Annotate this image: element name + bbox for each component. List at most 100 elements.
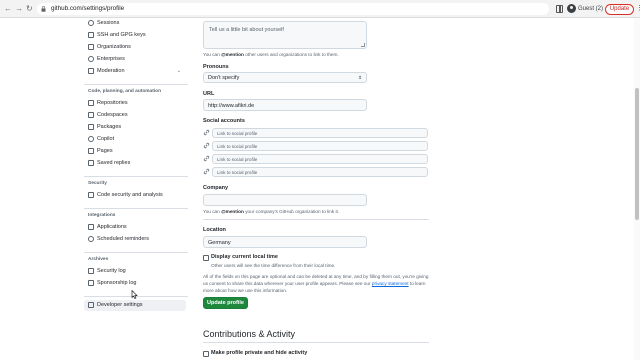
bio-placeholder: Tell us a little bit about yourself <box>209 27 284 33</box>
privacy-notice: All of the fields on this page are optio… <box>203 274 429 293</box>
location-input[interactable]: Germany <box>203 236 367 248</box>
resize-handle-icon[interactable] <box>361 43 365 47</box>
sidebar-item-developer-settings[interactable]: Developer settings <box>84 300 186 311</box>
sidebar-item-codespaces[interactable]: Codespaces <box>84 110 186 121</box>
sidebar-item-label: Developer settings <box>97 302 143 308</box>
sidebar-item-label: SSH and GPG keys <box>97 32 146 38</box>
sidebar-item-label: Saved replies <box>97 160 131 166</box>
sidebar-item-security-log[interactable]: Security log <box>84 266 186 277</box>
forward-arrow-icon[interactable]: → <box>15 4 23 14</box>
browser-icon <box>88 148 94 154</box>
url-input[interactable]: http://www.afikri.de <box>203 99 367 111</box>
sidebar-heading: Integrations <box>88 213 116 218</box>
sidebar-item-label: Pages <box>97 148 113 154</box>
sidebar-item-label: Repositories <box>97 100 128 106</box>
private-profile-checkbox[interactable] <box>203 351 209 357</box>
mouse-cursor-icon <box>131 290 138 299</box>
link-icon <box>203 155 210 162</box>
social-account-row: Link to social profile <box>203 141 429 151</box>
sidebar-heading: Security <box>88 181 107 186</box>
section-divider <box>203 342 429 343</box>
sidebar-divider <box>84 84 188 85</box>
sidebar-item-copilot[interactable]: Copilot <box>84 134 186 145</box>
sidebar-item-label: Codespaces <box>97 112 128 118</box>
sidebar-heading: Code, planning, and automation <box>88 89 162 94</box>
company-label: Company <box>203 185 229 191</box>
sidebar-item-label: Scheduled reminders <box>97 236 149 242</box>
divider <box>203 219 429 220</box>
social-profile-input[interactable]: Link to social profile <box>212 167 428 177</box>
social-profile-placeholder: Link to social profile <box>217 157 258 162</box>
social-profile-input[interactable]: Link to social profile <box>212 154 428 164</box>
sidebar-item-label: Moderation <box>97 68 125 74</box>
sidebar-item-label: Enterprises <box>97 56 125 62</box>
social-account-row: Link to social profile <box>203 167 429 177</box>
sidebar-item-organizations[interactable]: Organizations <box>84 42 186 53</box>
local-time-label[interactable]: Display current local time <box>211 254 278 261</box>
local-time-checkbox[interactable] <box>203 255 209 261</box>
sidebar-heading: Archives <box>88 257 109 262</box>
update-button[interactable]: Update <box>605 4 634 15</box>
select-arrows-icon: ⇕ <box>358 75 362 80</box>
sidebar-item-pages[interactable]: Pages <box>84 146 186 157</box>
chevron-down-icon[interactable]: ⌄ <box>177 67 181 75</box>
sidebar-item-label: Copilot <box>97 136 115 142</box>
sidebar-item-scheduled-reminders[interactable]: Scheduled reminders <box>84 234 186 245</box>
sidebar-item-sponsorship-log[interactable]: Sponsorship log <box>84 278 186 289</box>
side-panel-icon[interactable] <box>556 5 563 13</box>
browser-toolbar: ← → ↻ github.com/settings/profile Guest … <box>0 0 640 18</box>
url-text[interactable]: github.com/settings/profile <box>51 5 124 13</box>
log-icon <box>88 268 94 274</box>
page-scrollbar-thumb[interactable] <box>635 88 639 220</box>
pronouns-label: Pronouns <box>203 64 229 70</box>
company-input[interactable] <box>203 194 367 206</box>
lock-icon <box>41 6 46 12</box>
local-time-note: Other users will see the time difference… <box>211 263 336 268</box>
repo-icon <box>88 100 94 106</box>
link-icon <box>203 129 210 136</box>
sidebar-item-applications[interactable]: Applications <box>84 222 186 233</box>
link-icon <box>203 168 210 175</box>
sidebar-item-label: Code security and analysis <box>97 192 163 198</box>
sidebar-item-label: Sessions <box>97 20 120 26</box>
sidebar-item-label: Packages <box>97 124 122 130</box>
sidebar-item-enterprises[interactable]: Enterprises <box>84 54 186 65</box>
social-account-row: Link to social profile <box>203 128 429 138</box>
sidebar-item-packages[interactable]: Packages <box>84 122 186 133</box>
location-label: Location <box>203 227 226 233</box>
sidebar-item-saved-replies[interactable]: Saved replies <box>84 158 186 169</box>
reload-icon[interactable]: ↻ <box>26 4 33 14</box>
bio-textarea[interactable]: Tell us a little bit about yourself <box>203 21 367 49</box>
private-profile-label[interactable]: Make profile private and hide activity <box>211 350 307 357</box>
url-label: URL <box>203 91 215 97</box>
update-profile-button[interactable]: Update profile <box>203 297 248 309</box>
copilot-icon <box>88 136 94 142</box>
broadcast-icon <box>88 20 94 26</box>
privacy-statement-link[interactable]: privacy statement <box>372 281 409 286</box>
package-icon <box>88 124 94 130</box>
sidebar-item-sessions[interactable]: Sessions <box>84 18 186 29</box>
sidebar-item-moderation[interactable]: Moderation ⌄ <box>84 66 186 77</box>
organization-icon <box>88 44 94 50</box>
sidebar-divider <box>84 176 188 177</box>
social-profile-input[interactable]: Link to social profile <box>212 128 428 138</box>
kebab-menu-icon[interactable]: ⋮ <box>636 4 640 14</box>
report-icon <box>88 68 94 74</box>
codescan-icon <box>88 192 94 198</box>
sidebar-divider <box>84 208 188 209</box>
sidebar-item-ssh-and-gpg-keys[interactable]: SSH and GPG keys <box>84 30 186 41</box>
url-value: http://www.afikri.de <box>208 103 255 109</box>
location-value: Germany <box>208 240 231 246</box>
pronouns-value: Don't specify <box>208 75 240 81</box>
company-note: You can @mention your company's GitHub o… <box>203 209 340 214</box>
social-profile-placeholder: Link to social profile <box>217 170 258 175</box>
social-profile-input[interactable]: Link to social profile <box>212 141 428 151</box>
pronouns-select[interactable]: Don't specify ⇕ <box>203 72 367 83</box>
sidebar-item-repositories[interactable]: Repositories <box>84 98 186 109</box>
back-arrow-icon[interactable]: ← <box>4 4 12 14</box>
reply-icon <box>88 160 94 166</box>
link-icon <box>203 142 210 149</box>
sidebar-item-code-security-and-analysis[interactable]: Code security and analysis <box>84 190 186 201</box>
social-accounts-label: Social accounts <box>203 118 245 124</box>
address-bar[interactable]: github.com/settings/profile <box>37 3 549 15</box>
